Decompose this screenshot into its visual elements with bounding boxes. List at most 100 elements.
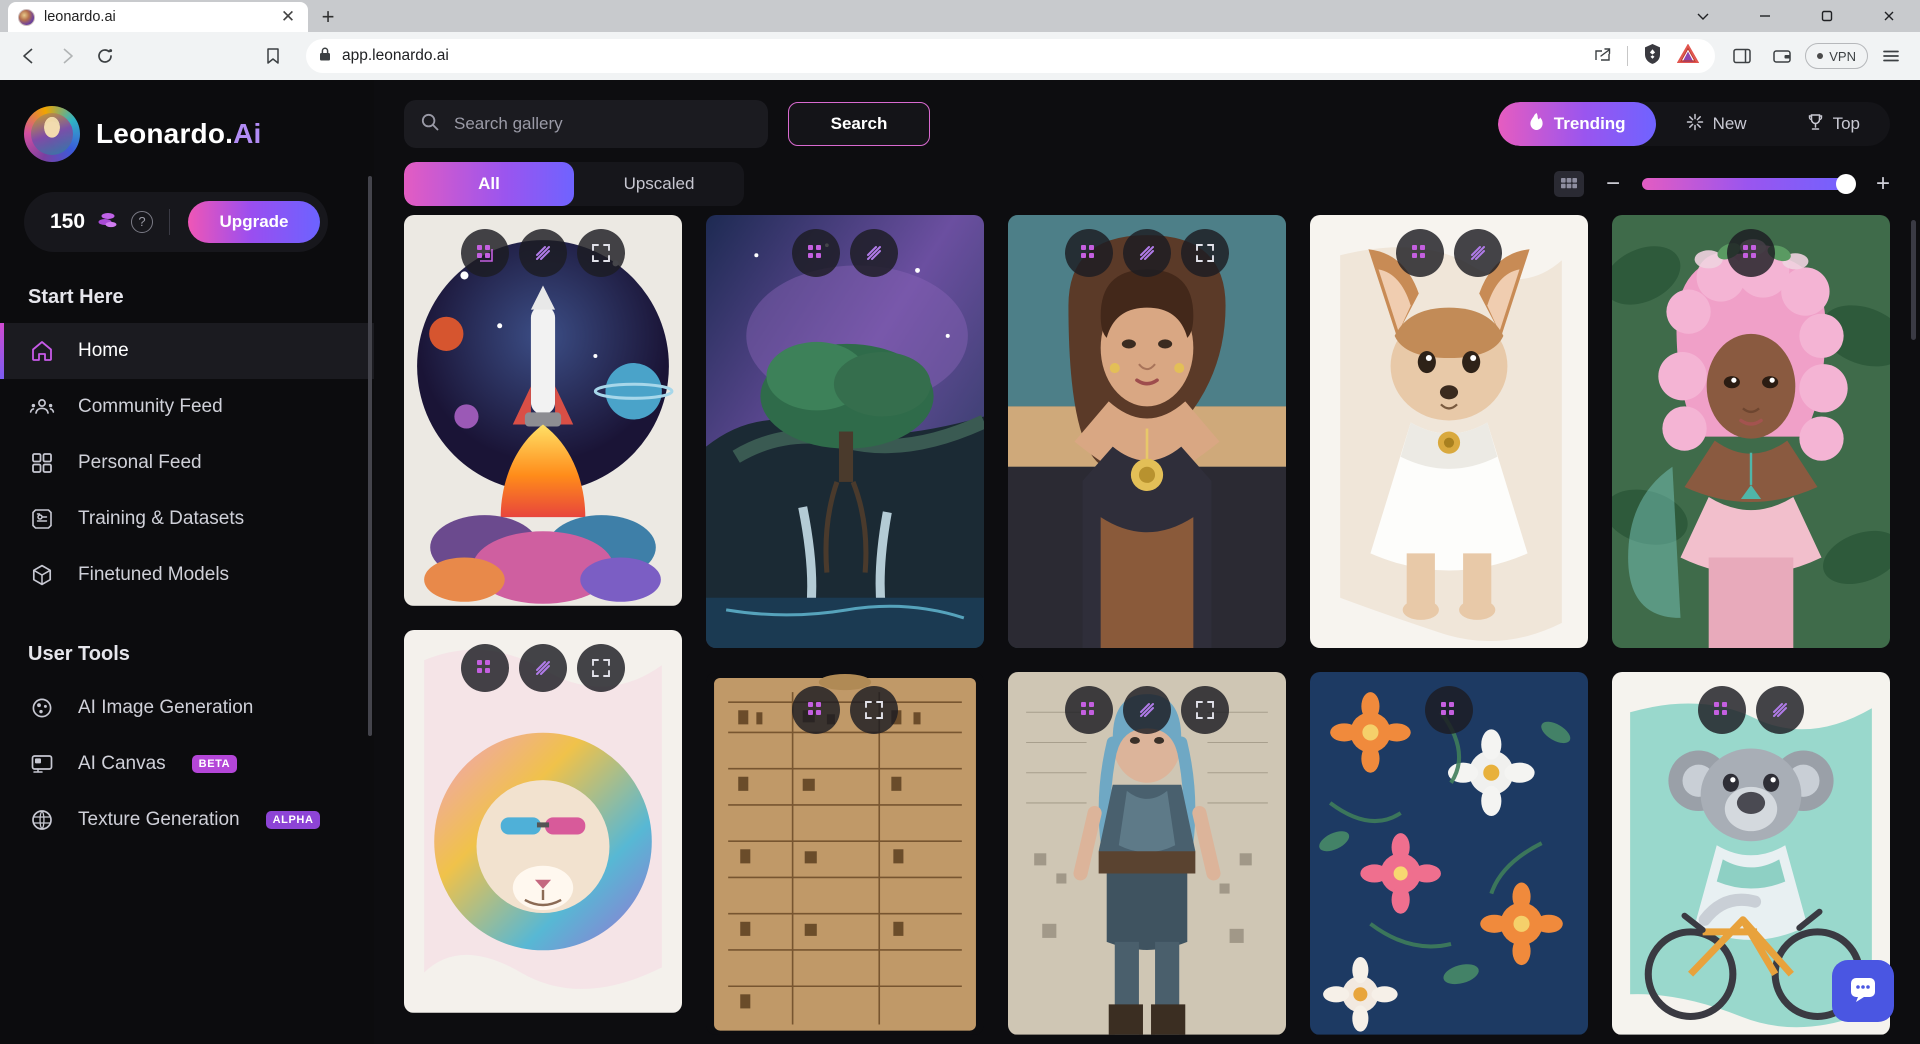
gallery-card[interactable]	[706, 672, 984, 1035]
wallet-icon[interactable]	[1765, 39, 1799, 73]
zoom-slider-knob[interactable]	[1835, 174, 1856, 194]
upgrade-button[interactable]: Upgrade	[188, 201, 320, 243]
sidebar-item-finetuned-models[interactable]: Finetuned Models	[0, 547, 374, 603]
help-circle-icon[interactable]: ?	[131, 211, 154, 233]
intercom-chat-icon	[1847, 973, 1879, 1010]
remix-icon[interactable]	[850, 229, 898, 277]
sidebar-section-user-tools: User Tools AI Image Generation AI Canvas…	[0, 643, 374, 848]
gallery	[374, 215, 1920, 1044]
filter-tab-all[interactable]: All	[404, 162, 574, 206]
card-overlay-actions	[1310, 229, 1588, 277]
gallery-card[interactable]	[1310, 672, 1588, 1035]
copy-prompt-icon[interactable]	[792, 229, 840, 277]
gallery-toolbar-top: Search Trending	[404, 100, 1890, 148]
card-overlay-actions	[706, 229, 984, 277]
tab-top[interactable]: Top	[1777, 102, 1890, 146]
copy-prompt-icon[interactable]	[1698, 686, 1746, 735]
copy-prompt-icon[interactable]	[1425, 686, 1473, 735]
search-input[interactable]	[454, 114, 752, 134]
fullscreen-expand-icon[interactable]	[577, 229, 625, 277]
gallery-card[interactable]	[1310, 215, 1588, 649]
sidebar-item-personal-feed[interactable]: Personal Feed	[0, 435, 374, 491]
fullscreen-expand-icon[interactable]	[1181, 686, 1229, 735]
zoom-slider[interactable]	[1641, 174, 1856, 194]
search-button[interactable]: Search	[788, 102, 930, 146]
sidebar-item-training-datasets[interactable]: Training & Datasets	[0, 491, 374, 547]
fullscreen-expand-icon[interactable]	[577, 643, 625, 692]
copy-prompt-icon[interactable]	[792, 686, 840, 735]
omnibox-divider	[1627, 46, 1629, 66]
browser-tab[interactable]: leonardo.ai ✕	[8, 2, 308, 32]
bookmark-icon[interactable]	[256, 39, 290, 73]
remix-icon[interactable]	[1454, 229, 1502, 277]
gallery-card[interactable]	[404, 215, 682, 606]
sidebar-item-ai-image-generation[interactable]: AI Image Generation	[0, 680, 374, 736]
window-close-icon[interactable]	[1858, 0, 1920, 32]
forward-arrow-icon[interactable]	[50, 39, 84, 73]
copy-prompt-icon[interactable]	[461, 643, 509, 692]
gallery-card[interactable]	[404, 629, 682, 1013]
brave-lion-icon[interactable]	[1642, 43, 1663, 70]
sidebar-item-label-ai-canvas: AI Canvas	[78, 753, 166, 774]
sidebar-panel-icon[interactable]	[1725, 39, 1759, 73]
remix-icon[interactable]	[519, 643, 567, 692]
share-icon[interactable]	[1593, 44, 1613, 69]
gallery-scrollbar[interactable]	[1911, 220, 1916, 340]
card-overlay-actions	[1612, 686, 1890, 735]
gallery-image-woman-portrait	[1008, 215, 1286, 649]
back-arrow-icon[interactable]	[12, 39, 46, 73]
tab-trending[interactable]: Trending	[1497, 102, 1656, 146]
fullscreen-expand-icon[interactable]	[850, 686, 898, 735]
brave-rewards-triangle-icon[interactable]	[1677, 42, 1700, 69]
hamburger-menu-icon[interactable]	[1874, 39, 1908, 73]
sidebar-item-ai-canvas[interactable]: AI Canvas BETA	[0, 736, 374, 792]
copy-prompt-icon[interactable]	[1396, 229, 1444, 277]
tab-close-icon[interactable]: ✕	[278, 7, 298, 27]
remix-icon[interactable]	[1123, 229, 1171, 277]
sidebar-item-home[interactable]: Home	[0, 323, 374, 379]
gallery-card[interactable]	[1008, 672, 1286, 1035]
grid-layout-icon[interactable]	[1553, 171, 1584, 197]
credits-divider	[169, 209, 171, 235]
card-overlay-actions	[404, 643, 682, 692]
reload-icon[interactable]	[88, 39, 122, 73]
copy-prompt-icon[interactable]	[461, 229, 509, 277]
window-minimize-icon[interactable]	[1734, 0, 1796, 32]
gallery-card[interactable]	[1612, 215, 1890, 649]
filter-tab-upscaled[interactable]: Upscaled	[574, 162, 744, 206]
zoom-in-button[interactable]: +	[1876, 172, 1890, 196]
new-tab-button[interactable]: +	[308, 2, 348, 32]
zoom-out-button[interactable]: −	[1606, 172, 1620, 196]
sidebar-item-community-feed[interactable]: Community Feed	[0, 379, 374, 435]
gallery-card[interactable]	[1008, 215, 1286, 649]
remix-icon[interactable]	[1123, 686, 1171, 735]
window-maximize-icon[interactable]	[1796, 0, 1858, 32]
copy-prompt-icon[interactable]	[1065, 686, 1113, 735]
sidebar-scrollbar[interactable]	[368, 176, 372, 736]
vpn-status-pill[interactable]: VPN	[1805, 43, 1868, 69]
ai-canvas-icon	[28, 750, 56, 778]
tab-new[interactable]: New	[1656, 102, 1777, 146]
search-box[interactable]	[404, 100, 768, 148]
tab-top-label: Top	[1832, 114, 1860, 133]
remix-icon[interactable]	[519, 229, 567, 277]
fullscreen-expand-icon[interactable]	[1181, 229, 1229, 277]
gallery-image-tree	[706, 215, 984, 649]
sidebar-item-texture-generation[interactable]: Texture Generation ALPHA	[0, 792, 374, 848]
remix-icon[interactable]	[1756, 686, 1804, 735]
sort-tabs-group: Trending New Top	[1497, 102, 1890, 146]
cube-icon	[28, 561, 56, 589]
copy-prompt-icon[interactable]	[1727, 229, 1775, 277]
copy-prompt-icon[interactable]	[1065, 229, 1113, 277]
browser-chrome: leonardo.ai ✕ + app.leonardo.ai VPN	[0, 0, 1920, 80]
address-bar[interactable]: app.leonardo.ai	[306, 39, 1716, 73]
leonardo-logo-icon	[24, 106, 80, 162]
card-overlay-actions	[1008, 686, 1286, 735]
gallery-card[interactable]	[706, 215, 984, 649]
browser-navbar: app.leonardo.ai VPN	[0, 32, 1920, 80]
gallery-column	[1310, 215, 1588, 1035]
tab-search-chevron-down-icon[interactable]	[1672, 0, 1734, 32]
brand[interactable]: Leonardo.Ai	[0, 80, 374, 162]
gallery-column	[404, 215, 682, 1035]
intercom-chat-button[interactable]	[1832, 960, 1894, 1022]
